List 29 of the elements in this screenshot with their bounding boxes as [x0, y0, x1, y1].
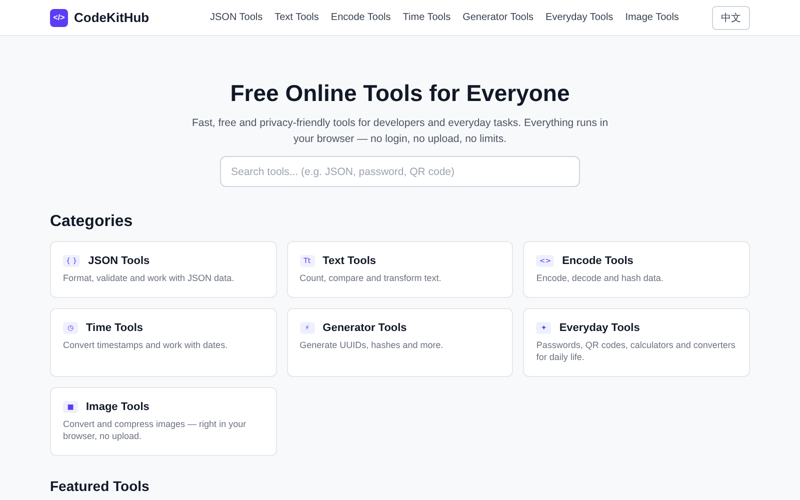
category-description: Count, compare and transform text.	[300, 272, 442, 284]
category-description: Passwords, QR codes, calculators and converters for daily life.	[536, 339, 736, 363]
brand-name[interactable]: CodeKitHub	[74, 10, 150, 25]
language-button[interactable]: 中文	[712, 6, 750, 30]
category-description: Format, validate and work with JSON data.	[63, 272, 236, 284]
nav-link[interactable]: Text Tools	[274, 12, 319, 23]
page-subtitle: Fast, free and privacy-friendly tools for developers and everyday tasks. Everything runs in your browser — no login, no upload, no limits.	[190, 116, 610, 147]
section-heading: Categories	[50, 213, 134, 231]
category-description: Encode, decode and hash data.	[536, 272, 664, 284]
category-description: Generate UUIDs, hashes and more.	[300, 339, 444, 351]
section-heading: Featured Tools	[50, 478, 150, 494]
nav-link[interactable]: Time Tools	[402, 12, 451, 23]
category-description: Convert and compress images — right in your browser, no upload.	[63, 418, 248, 442]
nav-link[interactable]: Everyday Tools	[546, 12, 614, 23]
category-description: Convert timestamps and work with dates.	[63, 339, 229, 351]
page-title: Free Online Tools for Everyone	[230, 80, 570, 107]
search-field[interactable]: Search tools... (e.g. JSON, password, QR code)	[220, 156, 580, 187]
category-name: Image Tools	[86, 401, 150, 413]
nav-link[interactable]: Generator Tools	[462, 12, 534, 23]
nav-link[interactable]: Encode Tools	[330, 12, 391, 23]
category-name: Everyday Tools	[559, 322, 640, 334]
category-name: Text Tools	[322, 255, 376, 267]
category-name: Encode Tools	[562, 255, 634, 267]
category-name: Time Tools	[86, 322, 144, 334]
category-name: Generator Tools	[322, 322, 407, 334]
nav-link[interactable]: JSON Tools	[210, 12, 263, 23]
category-name: JSON Tools	[88, 255, 150, 267]
logo-icon: </>	[50, 8, 68, 26]
nav-link[interactable]: Image Tools	[625, 12, 679, 23]
